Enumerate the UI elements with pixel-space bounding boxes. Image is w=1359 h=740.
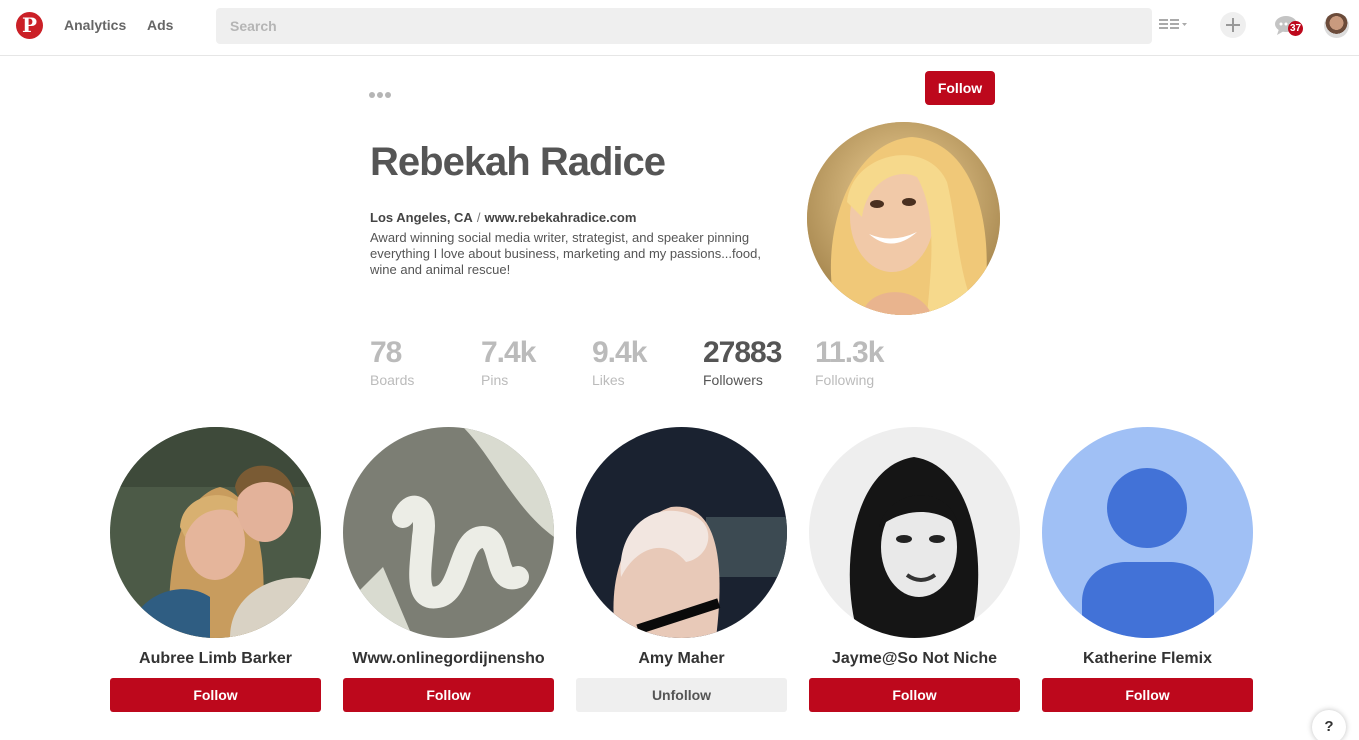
stat-pins-label: Pins	[481, 372, 509, 388]
follow-button[interactable]: Follow	[110, 678, 321, 712]
help-button[interactable]: ?	[1312, 710, 1346, 740]
pinterest-logo-icon[interactable]: P	[16, 12, 43, 39]
follower-avatar[interactable]	[110, 427, 321, 638]
top-bar: P Analytics Ads 37	[0, 0, 1359, 56]
follow-button[interactable]: Follow	[343, 678, 554, 712]
stat-followers-value: 27883	[703, 336, 782, 369]
follow-profile-button[interactable]: Follow	[925, 71, 995, 105]
location-separator: /	[476, 210, 481, 225]
stat-following[interactable]: 11.3k Following	[815, 336, 884, 388]
profile-location: Los Angeles, CA	[370, 210, 473, 225]
follower-avatar[interactable]	[809, 427, 1020, 638]
user-avatar[interactable]	[1324, 13, 1349, 38]
profile-name: Rebekah Radice	[370, 140, 666, 184]
stat-likes[interactable]: 9.4k Likes	[592, 336, 647, 388]
search-input[interactable]	[216, 8, 1152, 44]
profile-bio: Award winning social media writer, strat…	[370, 230, 761, 277]
follower-name[interactable]: Katherine Flemix	[1042, 650, 1253, 668]
follow-button[interactable]: Follow	[809, 678, 1020, 712]
follower-card: Amy Maher Unfollow	[576, 427, 787, 712]
stat-pins-value: 7.4k	[481, 336, 536, 369]
follower-name[interactable]: Jayme@So Not Niche	[809, 650, 1020, 668]
follower-avatar[interactable]	[343, 427, 554, 638]
nav-analytics-link[interactable]: Analytics	[64, 17, 126, 33]
follower-avatar[interactable]	[576, 427, 787, 638]
follower-name[interactable]: Aubree Limb Barker	[110, 650, 321, 668]
stat-followers[interactable]: 27883 Followers	[703, 336, 782, 388]
follower-name[interactable]: Amy Maher	[576, 650, 787, 668]
stat-followers-label: Followers	[703, 372, 763, 388]
more-icon[interactable]	[369, 85, 393, 98]
follower-name[interactable]: Www.onlinegordijnensho	[343, 650, 554, 668]
plus-icon[interactable]	[1220, 12, 1246, 38]
profile-photo	[807, 122, 1000, 315]
stat-likes-value: 9.4k	[592, 336, 647, 369]
stat-following-label: Following	[815, 372, 875, 388]
stat-likes-label: Likes	[592, 372, 625, 388]
follower-card: Katherine Flemix Follow	[1042, 427, 1253, 712]
follower-card: Www.onlinegordijnensho Follow	[343, 427, 554, 712]
follower-card: Jayme@So Not Niche Follow	[809, 427, 1020, 712]
stat-following-value: 11.3k	[815, 336, 884, 369]
nav-ads-link[interactable]: Ads	[147, 17, 173, 33]
stat-boards-label: Boards	[370, 372, 415, 388]
grid-view-icon[interactable]	[1159, 18, 1189, 32]
notification-badge: 37	[1288, 21, 1304, 36]
stat-boards[interactable]: 78 Boards	[370, 336, 414, 388]
follower-card: Aubree Limb Barker Follow	[110, 427, 321, 712]
profile-location-line: Los Angeles, CA / www.rebekahradice.com	[370, 210, 636, 225]
follow-button[interactable]: Follow	[1042, 678, 1253, 712]
stat-pins[interactable]: 7.4k Pins	[481, 336, 536, 388]
follower-avatar[interactable]	[1042, 427, 1253, 638]
stat-boards-value: 78	[370, 336, 402, 369]
unfollow-button[interactable]: Unfollow	[576, 678, 787, 712]
profile-website-link[interactable]: www.rebekahradice.com	[484, 210, 636, 225]
